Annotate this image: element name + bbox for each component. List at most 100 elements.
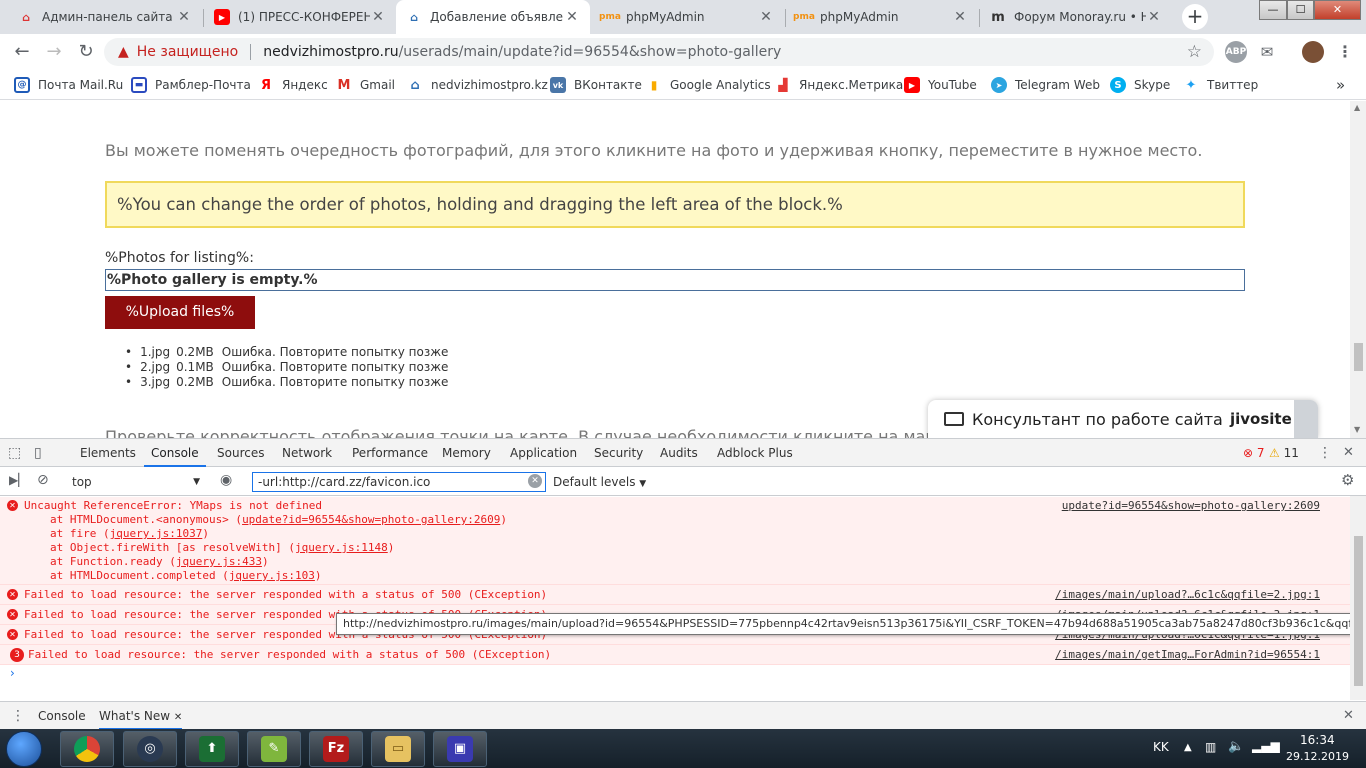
clock-time[interactable]: 16:34 (1300, 733, 1335, 747)
warning-count-badge[interactable]: ⚠ 11 (1269, 439, 1299, 467)
sidebar-toggle-icon[interactable]: ▶▏ (9, 473, 27, 487)
filezilla-icon[interactable]: Fz (309, 731, 363, 767)
close-window-button[interactable]: ✕ (1314, 0, 1361, 20)
profile-avatar[interactable] (1302, 41, 1324, 63)
tab-adblock-plus[interactable]: Adblock Plus (717, 439, 793, 467)
close-tab-icon[interactable]: ✕ (758, 9, 774, 25)
explorer-icon[interactable]: ▭ (371, 731, 425, 767)
new-tab-button[interactable]: + (1182, 4, 1208, 30)
close-devtools-icon[interactable]: ✕ (1343, 439, 1354, 467)
eye-icon[interactable]: ◉ (220, 472, 232, 488)
source-link[interactable]: /images/main/upload?…6c1c&qqfile=2.jpg:1 (1055, 588, 1320, 601)
error-count-badge[interactable]: ⊗ 7 (1243, 439, 1265, 467)
drawer-menu-icon[interactable]: ⋮ (11, 702, 25, 730)
browser-tab[interactable]: ⌂ Админ-панель сайта Ne ✕ (8, 0, 202, 34)
consultant-widget[interactable]: Консультант по работе сайта jivosite (928, 400, 1318, 438)
tab-network[interactable]: Network (282, 439, 332, 467)
save-icon[interactable]: ▣ (433, 731, 487, 767)
close-tab-icon[interactable]: ✕ (564, 9, 580, 25)
browser-tab[interactable]: m Форум Monoray.ru • Но ✕ (980, 0, 1172, 34)
sonar-icon[interactable]: ⬆ (185, 731, 239, 767)
console-scrollbar[interactable] (1350, 496, 1366, 700)
forward-arrow-icon[interactable]: → (42, 40, 66, 64)
log-levels-select[interactable]: Default levels ▼ (553, 472, 646, 492)
inspect-element-icon[interactable]: ⬚ (8, 439, 21, 467)
browser-menu-icon[interactable]: ⋮ (1334, 41, 1356, 63)
tray-expand-icon[interactable]: ▲ (1184, 742, 1192, 753)
page-scrollbar[interactable]: ▲ ▼ (1350, 101, 1366, 438)
drawer-tab-whats-new[interactable]: What's New ✕ (99, 702, 183, 730)
star-bookmark-icon[interactable]: ☆ (1187, 42, 1202, 62)
bookmark-item[interactable]: ▟ Яндекс.Метрика (775, 70, 903, 100)
bookmark-item[interactable]: @ Почта Mail.Ru (14, 70, 123, 100)
browser-tab[interactable]: pma phpMyAdmin ✕ (786, 0, 978, 34)
adblock-extension-icon[interactable]: ABP (1225, 41, 1247, 63)
keepass-icon[interactable]: ◎ (123, 731, 177, 767)
minimize-button[interactable]: — (1259, 0, 1287, 20)
bookmarks-overflow-button[interactable]: » (1336, 70, 1345, 100)
bookmark-item[interactable]: ⌂ nedvizhimostpro.kz (407, 70, 547, 100)
device-toolbar-icon[interactable]: ▯ (34, 439, 42, 467)
console-settings-gear-icon[interactable]: ⚙ (1341, 471, 1354, 489)
bookmark-item[interactable]: ➤ Telegram Web (991, 70, 1100, 100)
upload-files-button[interactable]: %Upload files% (105, 296, 255, 329)
reload-icon[interactable]: ↻ (74, 40, 98, 64)
stack-link[interactable]: jquery.js:433 (176, 555, 262, 568)
close-tab-icon[interactable]: ✕ (952, 9, 968, 25)
browser-tab[interactable]: ▶ (1) ПРЕСС-КОНФЕРЕНЦ ✕ (204, 0, 396, 34)
security-status[interactable]: Не защищено (137, 44, 238, 60)
tab-console[interactable]: Console (144, 439, 206, 467)
volume-icon[interactable]: 🔈 (1228, 739, 1244, 754)
stack-link[interactable]: jquery.js:103 (229, 569, 315, 582)
scrollbar-thumb[interactable] (1354, 536, 1363, 686)
tab-application[interactable]: Application (510, 439, 577, 467)
context-select[interactable]: top ▼ (66, 472, 206, 492)
bookmark-item[interactable]: ✦ Твиттер (1183, 70, 1259, 100)
bookmark-item[interactable]: vk ВКонтакте (550, 70, 642, 100)
close-tab-icon[interactable]: ✕ (370, 9, 386, 25)
tab-memory[interactable]: Memory (442, 439, 491, 467)
network-icon[interactable]: ▂▄▆ (1252, 739, 1280, 753)
stack-link[interactable]: jquery.js:1037 (110, 527, 203, 540)
bookmark-item[interactable]: ▬ Рамблер-Почта (131, 70, 251, 100)
browser-tab[interactable]: pma phpMyAdmin ✕ (592, 0, 784, 34)
bookmark-item[interactable]: Я Яндекс (258, 70, 328, 100)
close-tab-icon[interactable]: ✕ (176, 9, 192, 25)
mail-extension-icon[interactable]: ✉ (1256, 41, 1278, 63)
drawer-tab-console[interactable]: Console (38, 702, 86, 730)
tab-performance[interactable]: Performance (352, 439, 428, 467)
clear-console-icon[interactable]: ⊘ (37, 472, 49, 488)
console-filter-input[interactable] (252, 472, 546, 492)
chrome-icon[interactable] (60, 731, 114, 767)
clock-date[interactable]: 29.12.2019 (1286, 750, 1349, 763)
bookmark-item[interactable]: ▶ YouTube (904, 70, 977, 100)
close-icon[interactable]: ✕ (174, 712, 182, 723)
tab-security[interactable]: Security (594, 439, 643, 467)
bookmark-item[interactable]: M Gmail (336, 70, 395, 100)
browser-tab-active[interactable]: ⌂ Добавление объявлен ✕ (396, 0, 590, 34)
source-link[interactable]: /images/main/getImag…ForAdmin?id=96554:1 (1055, 648, 1320, 661)
tab-audits[interactable]: Audits (660, 439, 698, 467)
address-bar[interactable]: ▲ Не защищено nedvizhimostpro.ru /userad… (104, 38, 1214, 66)
language-indicator[interactable]: KK (1153, 740, 1169, 754)
scroll-down-arrow-icon[interactable]: ▼ (1354, 425, 1360, 434)
stack-link[interactable]: jquery.js:1148 (295, 541, 388, 554)
scroll-up-arrow-icon[interactable]: ▲ (1354, 103, 1360, 112)
source-link[interactable]: update?id=96554&show=photo-gallery:2609 (1062, 499, 1320, 512)
stack-link[interactable]: update?id=96554&show=photo-gallery:2609 (242, 513, 500, 526)
bookmark-item[interactable]: ▮ Google Analytics (646, 70, 771, 100)
back-arrow-icon[interactable]: ← (10, 40, 34, 64)
console-prompt[interactable]: › (10, 666, 15, 680)
clear-filter-icon[interactable]: ✕ (528, 474, 542, 488)
notepad-icon[interactable]: ✎ (247, 731, 301, 767)
scrollbar-thumb[interactable] (1354, 343, 1363, 371)
devtools-menu-icon[interactable]: ⋮ (1318, 439, 1332, 467)
start-button[interactable] (6, 731, 42, 767)
close-tab-icon[interactable]: ✕ (1146, 9, 1162, 25)
maximize-button[interactable]: ☐ (1287, 0, 1314, 20)
tab-elements[interactable]: Elements (80, 439, 136, 467)
close-drawer-icon[interactable]: ✕ (1343, 702, 1354, 730)
bookmark-item[interactable]: S Skype (1110, 70, 1170, 100)
tab-sources[interactable]: Sources (217, 439, 264, 467)
tray-app-icon[interactable]: ▥ (1205, 740, 1216, 754)
